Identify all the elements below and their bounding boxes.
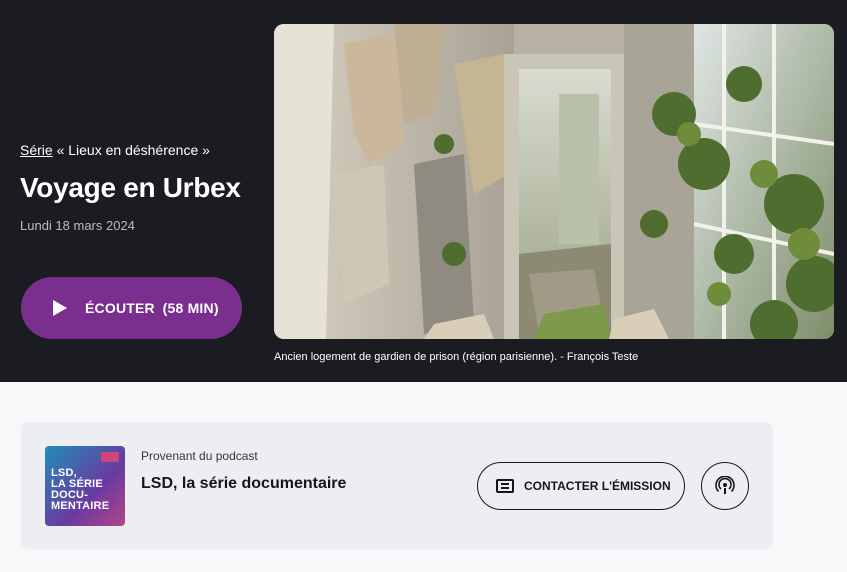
abandoned-room-photo [274,24,834,339]
contact-show-button[interactable]: CONTACTER L'ÉMISSION [477,462,685,510]
episode-image [274,24,834,339]
episode-date: Lundi 18 mars 2024 [20,218,135,233]
podcast-card: LSD, LA SÉRIE DOCU- MENTAIRE Provenant d… [21,422,773,549]
podcast-subscribe-button[interactable] [701,462,749,510]
episode-info: Série « Lieux en déshérence » Voyage en … [20,140,260,233]
play-icon [53,300,67,316]
episode-title: Voyage en Urbex [20,172,241,203]
cover-text: LSD, LA SÉRIE DOCU- MENTAIRE [51,467,110,512]
series-link[interactable]: Série [20,142,53,158]
podcast-cover[interactable]: LSD, LA SÉRIE DOCU- MENTAIRE [45,446,125,526]
image-caption: Ancien logement de gardien de prison (ré… [274,351,639,363]
contact-label: CONTACTER L'ÉMISSION [524,479,671,493]
series-line: Série « Lieux en déshérence » [20,140,260,160]
provenant-label: Provenant du podcast [141,449,258,463]
series-name[interactable]: « Lieux en déshérence » [57,142,210,158]
chat-icon [496,479,514,493]
podcast-icon [715,476,735,494]
listen-label: ÉCOUTER (58 MIN) [85,300,219,316]
podcast-name[interactable]: LSD, la série documentaire [141,475,346,493]
listen-button[interactable]: ÉCOUTER (58 MIN) [21,277,242,339]
episode-hero: Série « Lieux en déshérence » Voyage en … [0,0,847,382]
broadcaster-logo [101,452,119,462]
